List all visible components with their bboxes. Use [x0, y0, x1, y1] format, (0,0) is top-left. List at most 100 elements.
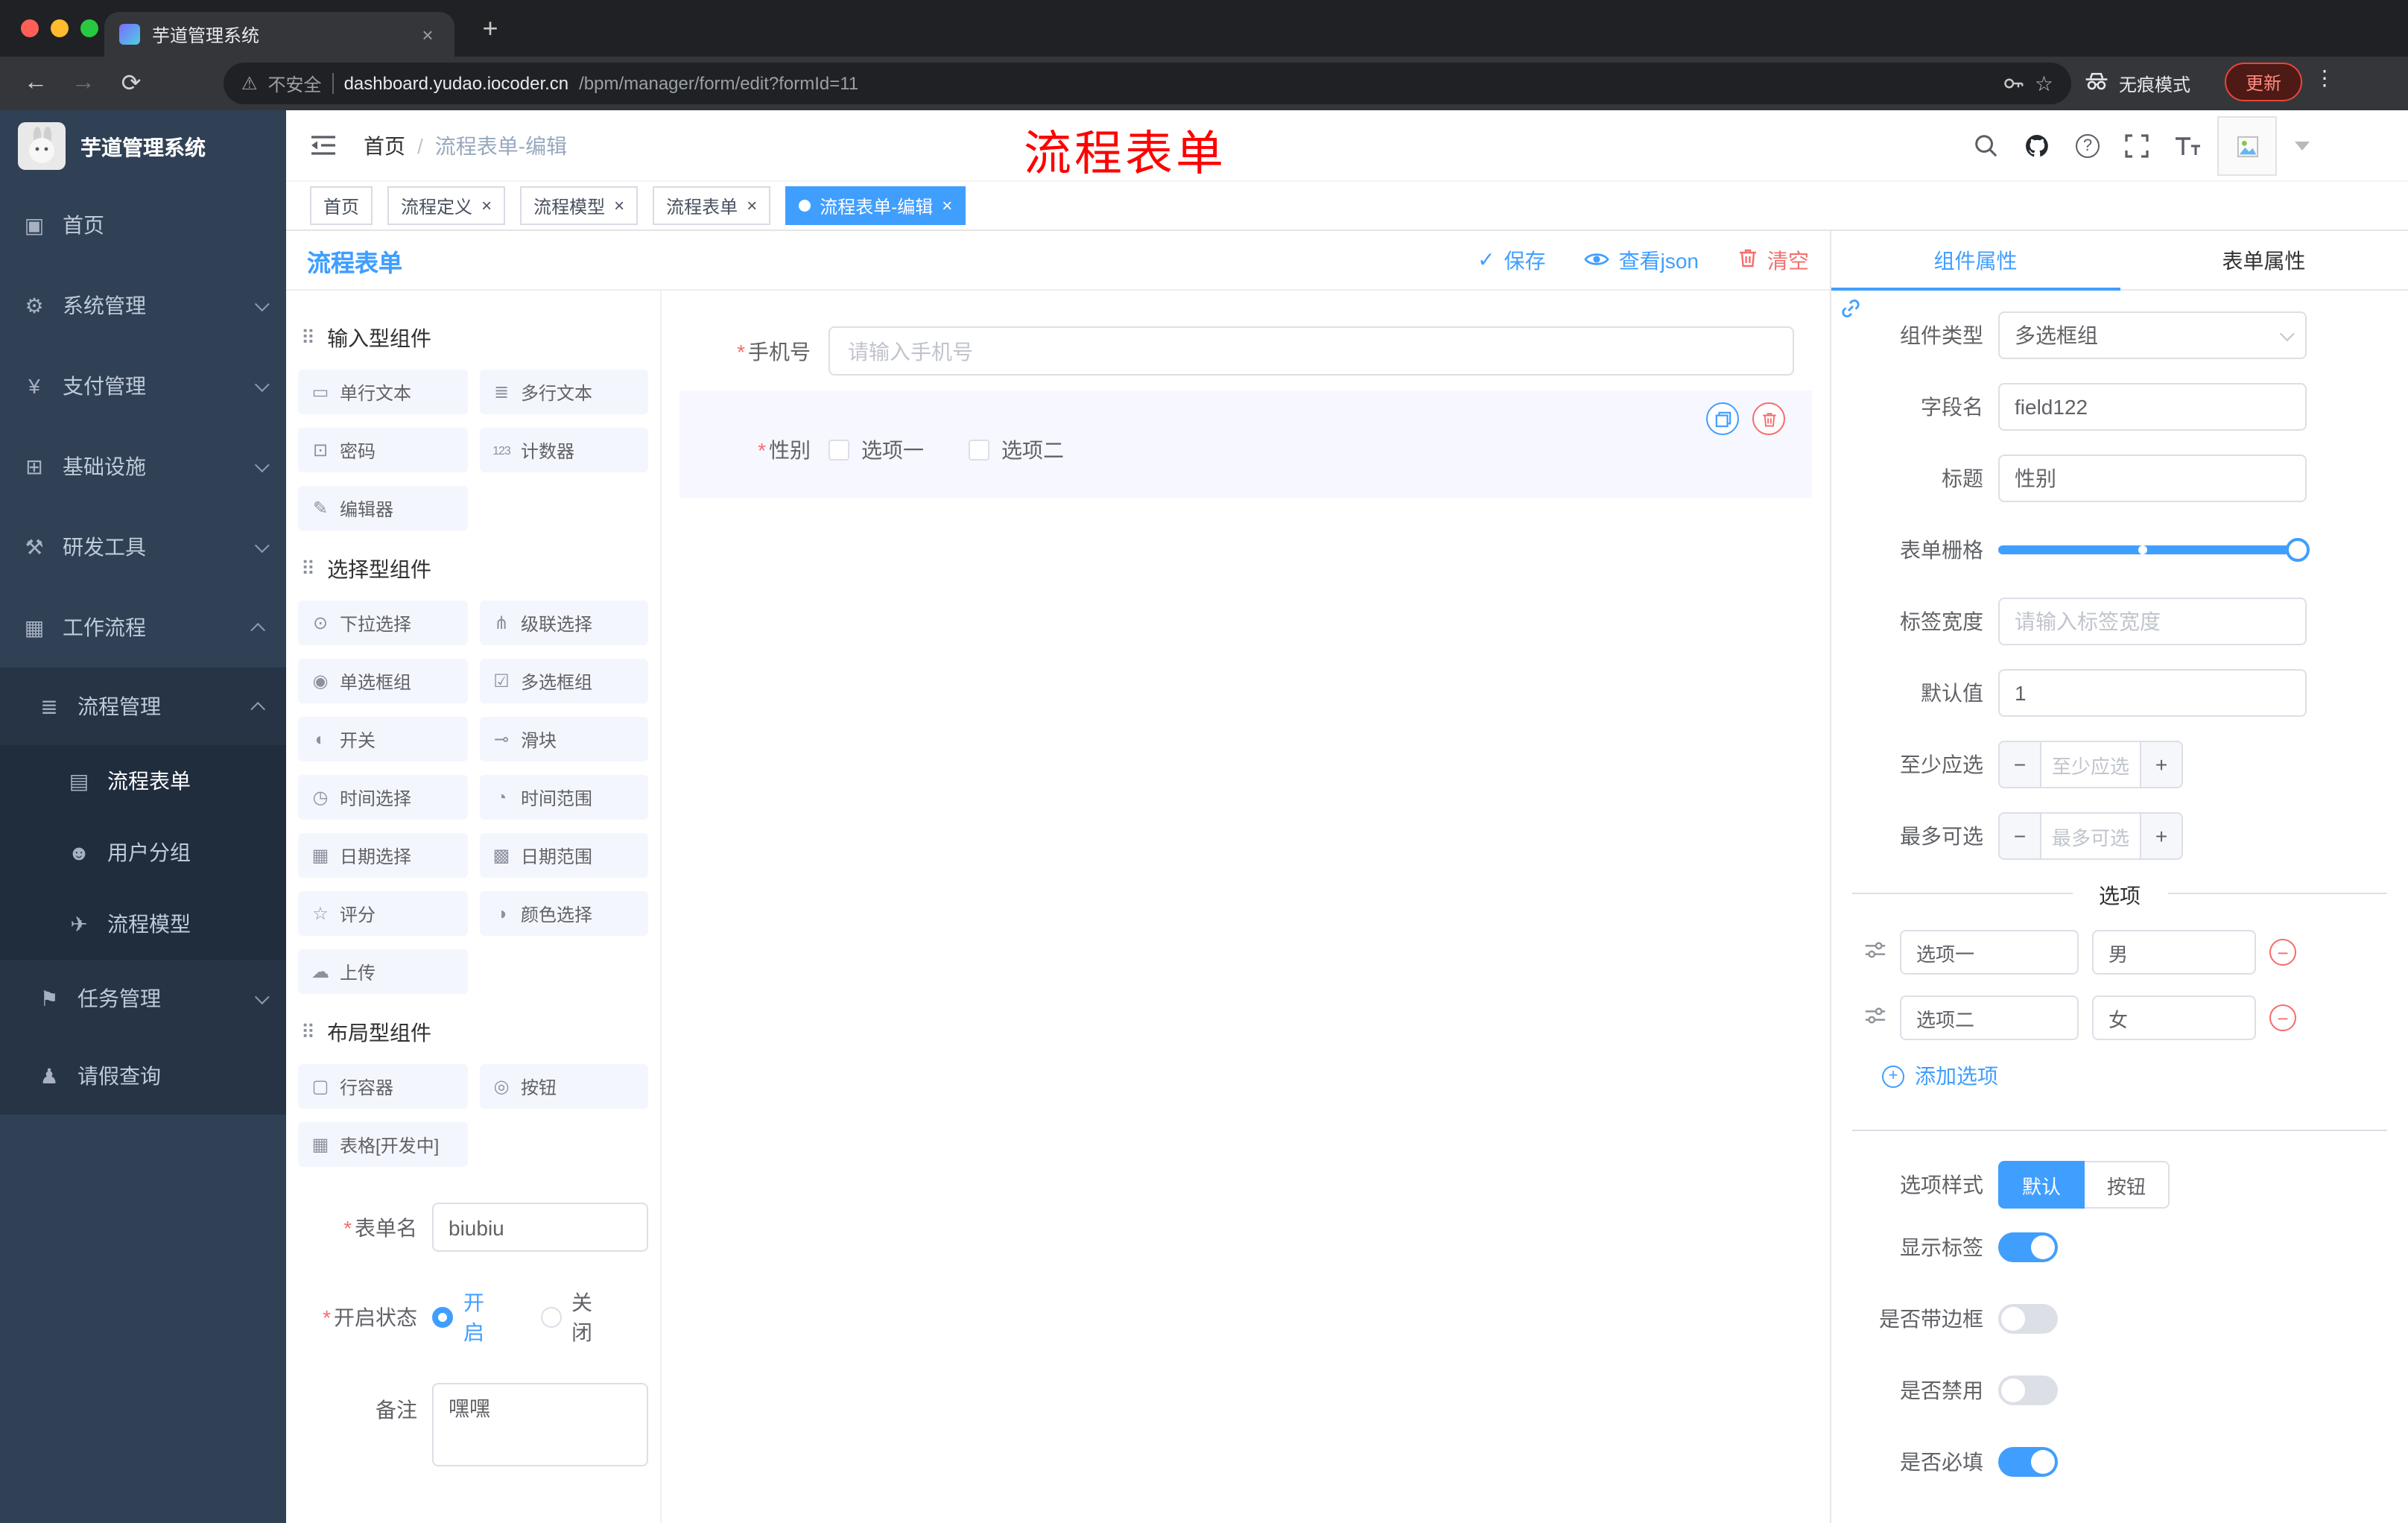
forward-icon[interactable]: → [60, 70, 107, 97]
checkbox-option-1[interactable]: 选项一 [828, 435, 924, 465]
new-tab-button[interactable]: + [474, 13, 507, 46]
breadcrumb-home[interactable]: 首页 [364, 130, 405, 160]
sidebar-item-system[interactable]: ⚙ 系统管理 [0, 265, 286, 346]
default-style-button[interactable]: 默认 [1998, 1161, 2085, 1209]
tag-close-icon[interactable]: × [614, 195, 624, 216]
sidebar-item-process-form[interactable]: ▤ 流程表单 [0, 745, 286, 817]
password-key-icon[interactable] [2003, 73, 2024, 94]
copy-component-button[interactable] [1706, 402, 1739, 435]
remove-option-button[interactable]: − [2269, 1004, 2296, 1031]
minus-button[interactable]: − [2000, 814, 2041, 858]
component-select[interactable]: ⊙ 下拉选择 [298, 601, 467, 645]
component-time-range[interactable]: ◔ 时间范围 [479, 775, 648, 820]
sidebar-item-infrastructure[interactable]: ⊞ 基础设施 [0, 426, 286, 507]
minimize-window-button[interactable] [51, 19, 69, 37]
form-grid-slider[interactable] [1998, 526, 2310, 574]
component-counter[interactable]: 123 计数器 [479, 428, 648, 472]
avatar-caret-icon[interactable] [2295, 142, 2310, 151]
clear-button[interactable]: 清空 [1737, 245, 1809, 275]
component-table[interactable]: ▦ 表格[开发中] [298, 1122, 467, 1167]
plus-button[interactable]: + [2140, 814, 2182, 858]
tag-process-form[interactable]: 流程表单 × [653, 186, 771, 225]
component-row-container[interactable]: ▢ 行容器 [298, 1064, 467, 1109]
minus-button[interactable]: − [2000, 742, 2041, 787]
option-value-input[interactable] [2092, 930, 2256, 975]
option-label-input[interactable] [1900, 930, 2079, 975]
option-label-input[interactable] [1900, 995, 2079, 1040]
component-time-picker[interactable]: ◷ 时间选择 [298, 775, 467, 820]
component-textarea[interactable]: ≣ 多行文本 [479, 370, 648, 414]
save-button[interactable]: ✓ 保存 [1477, 245, 1545, 275]
user-avatar[interactable] [2217, 116, 2277, 176]
field-name-input[interactable] [1998, 383, 2307, 431]
required-switch[interactable] [1998, 1447, 2058, 1477]
sidebar-item-user-group[interactable]: ☻ 用户分组 [0, 817, 286, 888]
label-width-input[interactable] [1998, 598, 2307, 645]
add-option-button[interactable]: + 添加选项 [1882, 1061, 2408, 1091]
button-style-button[interactable]: 按钮 [2085, 1161, 2170, 1209]
tag-close-icon[interactable]: × [747, 195, 757, 216]
plus-button[interactable]: + [2140, 742, 2182, 787]
sliders-icon[interactable] [1864, 939, 1886, 966]
component-single-line-text[interactable]: ▭ 单行文本 [298, 370, 467, 414]
component-slider[interactable]: ⊸ 滑块 [479, 717, 648, 762]
tag-process-model[interactable]: 流程模型 × [520, 186, 639, 225]
back-icon[interactable]: ← [12, 70, 60, 97]
status-radio-off[interactable]: 关闭 [540, 1288, 606, 1347]
component-upload[interactable]: ☁ 上传 [298, 949, 467, 994]
component-button[interactable]: ◎ 按钮 [479, 1064, 648, 1109]
sidebar-item-devtools[interactable]: ⚒ 研发工具 [0, 507, 286, 587]
checkbox-option-2[interactable]: 选项二 [969, 435, 1064, 465]
component-cascader[interactable]: ⋔ 级联选择 [479, 601, 648, 645]
tag-process-form-edit[interactable]: 流程表单-编辑 × [785, 186, 966, 225]
default-value-input[interactable] [1998, 669, 2307, 717]
font-size-icon[interactable] [2174, 135, 2201, 156]
phone-input[interactable] [828, 326, 1794, 376]
browser-tab[interactable]: 芋道管理系统 × [104, 12, 454, 57]
remark-textarea[interactable]: 嘿嘿 [432, 1383, 648, 1466]
sidebar-item-process-management[interactable]: ≣ 流程管理 [0, 668, 286, 745]
help-icon[interactable]: ? [2076, 133, 2100, 157]
link-icon[interactable] [1839, 297, 1863, 325]
status-radio-on[interactable]: 开启 [432, 1288, 498, 1347]
tag-close-icon[interactable]: × [481, 195, 492, 216]
github-icon[interactable] [2024, 132, 2050, 159]
address-bar[interactable]: ⚠ 不安全 dashboard.yudao.iocoder.cn/bpm/man… [224, 63, 2071, 104]
update-button[interactable]: 更新 [2225, 63, 2303, 101]
max-select-placeholder[interactable]: 最多可选 [2041, 814, 2140, 858]
fullscreen-icon[interactable] [2125, 133, 2149, 157]
form-name-input[interactable] [432, 1203, 648, 1252]
show-label-switch[interactable] [1998, 1232, 2058, 1262]
option-value-input[interactable] [2092, 995, 2256, 1040]
reload-icon[interactable]: ⟳ [107, 69, 155, 98]
tag-process-definition[interactable]: 流程定义 × [387, 186, 506, 225]
sliders-icon[interactable] [1864, 1004, 1886, 1031]
component-editor[interactable]: ✎ 编辑器 [298, 486, 467, 531]
component-date-range[interactable]: ▩ 日期范围 [479, 833, 648, 878]
browser-menu-icon[interactable]: ⋮ [2308, 66, 2341, 91]
close-window-button[interactable] [21, 19, 39, 37]
min-select-placeholder[interactable]: 至少应选 [2041, 742, 2140, 787]
component-password[interactable]: ⊡ 密码 [298, 428, 467, 472]
sidebar-item-home[interactable]: ▣ 首页 [0, 185, 286, 265]
title-input[interactable] [1998, 455, 2307, 502]
bookmark-star-icon[interactable]: ☆ [2035, 71, 2053, 96]
search-icon[interactable] [1973, 133, 1998, 158]
selected-component-gender[interactable]: * 性别 选项一 选项二 [679, 390, 1812, 498]
component-checkbox-group[interactable]: ☑ 多选框组 [479, 659, 648, 703]
sidebar-item-leave-query[interactable]: ♟ 请假查询 [0, 1037, 286, 1115]
sidebar-item-process-model[interactable]: ✈ 流程模型 [0, 888, 286, 960]
slider-handle[interactable] [2285, 538, 2310, 562]
tab-component-props[interactable]: 组件属性 [1831, 231, 2120, 291]
disabled-switch[interactable] [1998, 1375, 2058, 1405]
tag-home[interactable]: 首页 [310, 186, 373, 225]
sidebar-item-payment[interactable]: ¥ 支付管理 [0, 346, 286, 426]
component-switch[interactable]: ◐ 开关 [298, 717, 467, 762]
tag-close-icon[interactable]: × [942, 195, 952, 216]
component-radio-group[interactable]: ◉ 单选框组 [298, 659, 467, 703]
tab-form-props[interactable]: 表单属性 [2120, 231, 2408, 289]
component-type-select[interactable]: 多选框组 [1998, 311, 2307, 359]
sidebar-item-task-management[interactable]: ⚑ 任务管理 [0, 960, 286, 1037]
component-rate[interactable]: ☆ 评分 [298, 891, 467, 936]
remove-option-button[interactable]: − [2269, 939, 2296, 966]
